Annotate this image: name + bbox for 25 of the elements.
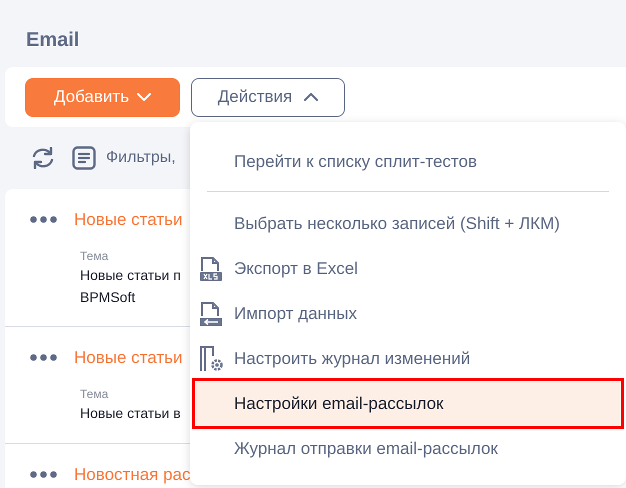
menu-item[interactable]: Импорт данных [190, 291, 626, 336]
more-icon[interactable] [30, 471, 57, 478]
filters-link[interactable]: Фильтры, [106, 146, 176, 170]
menu-item[interactable]: Настройки email-рассылок [195, 381, 621, 426]
field-value: Новые статьи п [80, 266, 181, 284]
file-import-icon [199, 300, 223, 326]
menu-item[interactable]: Журнал отправки email-рассылок [190, 426, 626, 471]
menu-item[interactable]: Настроить журнал изменений [190, 336, 626, 381]
xls-file-icon [199, 256, 223, 282]
actions-button[interactable]: Действия [191, 78, 345, 116]
chevron-down-icon [137, 93, 152, 101]
journal-settings-icon [199, 346, 224, 372]
page-title: Email [25, 28, 80, 53]
more-icon[interactable] [30, 216, 57, 224]
field-value: Новые статьи в [80, 404, 181, 422]
menu-item[interactable]: Экспорт в Excel [190, 246, 626, 291]
field-value: BPMSoft [80, 288, 136, 306]
field-label: Тема [80, 386, 110, 402]
menu-item[interactable]: Выбрать несколько записей (Shift + ЛКМ) [190, 201, 626, 246]
more-icon[interactable] [30, 354, 57, 362]
field-label: Тема [80, 248, 110, 264]
refresh-icon[interactable] [30, 147, 56, 169]
filter-list-icon[interactable] [72, 146, 96, 170]
menu-item[interactable]: Перейти к списку сплит-тестов [190, 139, 626, 184]
chevron-up-icon [304, 93, 318, 101]
